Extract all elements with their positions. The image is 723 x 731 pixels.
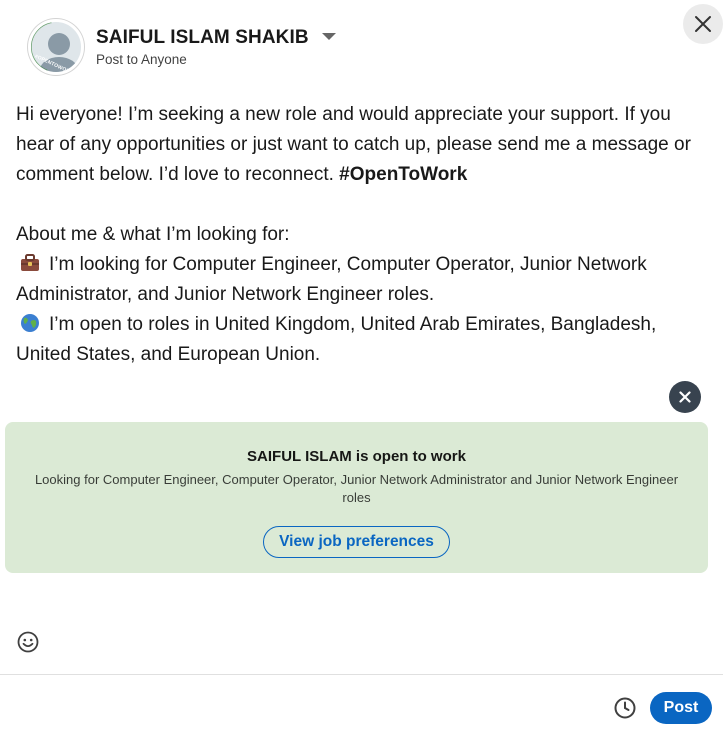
composer-footer: Post [0, 674, 723, 731]
roles-line: I’m looking for Computer Engineer, Compu… [16, 254, 647, 305]
clock-icon [614, 697, 636, 719]
view-job-preferences-button[interactable]: View job preferences [263, 526, 450, 558]
close-button[interactable] [683, 4, 723, 44]
open-to-work-title: SAIFUL ISLAM is open to work [247, 448, 466, 465]
author-selector[interactable]: #OPENTOWORK SAIFUL ISLAM SHAKIB Post to … [28, 19, 336, 75]
open-to-work-description: Looking for Computer Engineer, Computer … [34, 472, 679, 505]
post-button[interactable]: Post [650, 692, 712, 724]
avatar: #OPENTOWORK [28, 19, 84, 75]
post-audience: Post to Anyone [96, 52, 187, 67]
locations-line: I’m open to roles in United Kingdom, Uni… [16, 314, 657, 365]
locations-line-paragraph: I’m open to roles in United Kingdom, Uni… [16, 310, 706, 370]
smiley-icon [17, 631, 39, 653]
about-heading: About me & what I’m looking for: [16, 224, 290, 245]
create-post-modal: #OPENTOWORK SAIFUL ISLAM SHAKIB Post to … [0, 0, 723, 731]
roles-line-paragraph: I’m looking for Computer Engineer, Compu… [16, 250, 706, 310]
briefcase-icon [21, 254, 39, 271]
post-intro-paragraph: Hi everyone! I’m seeking a new role and … [16, 100, 706, 190]
emoji-button[interactable] [16, 630, 40, 654]
schedule-post-button[interactable] [613, 696, 637, 720]
hashtag-link[interactable]: #OpenToWork [339, 164, 467, 185]
close-icon [695, 16, 711, 32]
post-editor[interactable]: Hi everyone! I’m seeking a new role and … [16, 100, 706, 370]
author-name-row: SAIFUL ISLAM SHAKIB [96, 27, 336, 49]
globe-icon [21, 314, 39, 332]
open-to-work-card: SAIFUL ISLAM is open to work Looking for… [5, 422, 708, 573]
author-info: SAIFUL ISLAM SHAKIB Post to Anyone [96, 27, 336, 67]
author-name: SAIFUL ISLAM SHAKIB [96, 27, 309, 48]
caret-down-icon[interactable] [321, 32, 336, 40]
remove-card-button[interactable] [669, 381, 701, 413]
remove-card-icon [679, 391, 691, 403]
